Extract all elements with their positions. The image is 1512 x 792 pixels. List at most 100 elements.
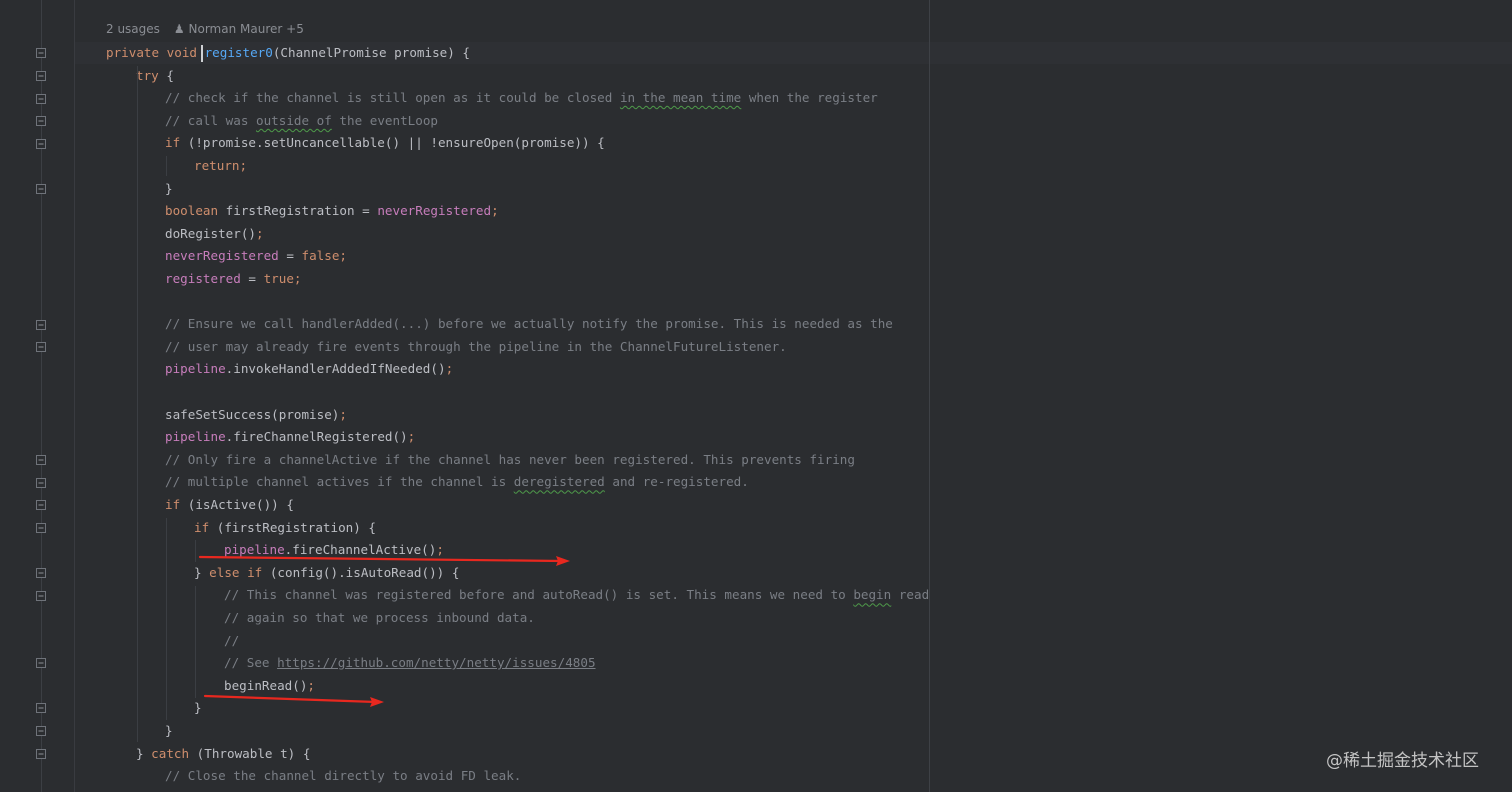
code-token: // again so that we process inbound data…: [224, 610, 535, 625]
code-token: =: [278, 248, 302, 264]
code-editor[interactable]: 2 usages ♟ Norman Maurer +5 private void …: [0, 0, 1512, 792]
code-line[interactable]: boolean firstRegistration = neverRegiste…: [165, 200, 499, 222]
code-token: firstRegistration =: [225, 203, 378, 219]
fold-marker-icon[interactable]: [36, 478, 46, 488]
code-token: neverRegistered: [165, 248, 279, 264]
code-token: (isActive()) {: [187, 497, 294, 512]
code-line[interactable]: // again so that we process inbound data…: [224, 607, 535, 629]
code-token: // This channel was registered before an…: [224, 587, 854, 603]
fold-marker-icon[interactable]: [36, 48, 46, 58]
fold-marker-icon[interactable]: [36, 71, 46, 81]
code-token: ;: [339, 248, 347, 264]
fold-marker-icon[interactable]: [36, 568, 46, 578]
code-line[interactable]: try {: [136, 65, 174, 87]
code-token: }: [165, 723, 173, 738]
code-token: {: [166, 67, 174, 83]
fold-marker-icon[interactable]: [36, 703, 46, 713]
author-hint[interactable]: Norman Maurer +5: [189, 22, 304, 36]
code-token: ;: [407, 429, 416, 445]
editor-gutter[interactable]: [0, 0, 72, 792]
code-token: try: [136, 67, 167, 83]
code-token: register0: [204, 45, 273, 60]
code-token: // call was: [165, 112, 256, 128]
code-token: =: [240, 271, 264, 286]
code-line[interactable]: // call was outside of the eventLoop: [165, 110, 438, 132]
code-line[interactable]: // This channel was registered before an…: [224, 584, 929, 606]
code-token: // user may already fire events through …: [165, 338, 787, 354]
code-line[interactable]: neverRegistered = false;: [165, 245, 347, 267]
fold-marker-icon[interactable]: [36, 749, 46, 759]
code-line[interactable]: // See https://github.com/netty/netty/is…: [224, 652, 596, 674]
code-line[interactable]: // check if the channel is still open as…: [165, 87, 878, 109]
indent-guide: [137, 66, 138, 742]
code-token: .fireChannelRegistered(): [225, 429, 408, 445]
fold-marker-icon[interactable]: [36, 320, 46, 330]
fold-marker-icon[interactable]: [36, 94, 46, 104]
fold-marker-icon[interactable]: [36, 500, 46, 510]
code-token: ;: [307, 677, 315, 693]
code-token: if: [194, 519, 217, 535]
code-line[interactable]: doRegister();: [165, 223, 264, 245]
code-line[interactable]: if (isActive()) {: [165, 494, 294, 516]
code-token: void: [166, 45, 205, 60]
code-line[interactable]: // Close the channel directly to avoid F…: [165, 765, 521, 787]
author-icon: ♟: [173, 22, 185, 36]
code-token: // Close the channel directly to avoid F…: [165, 768, 522, 784]
fold-marker-icon[interactable]: [36, 184, 46, 194]
code-line[interactable]: }: [165, 178, 173, 200]
code-token: false: [301, 248, 340, 264]
issue-link[interactable]: https://github.com/netty/netty/issues/48…: [277, 655, 595, 670]
code-line[interactable]: // Only fire a channelActive if the chan…: [165, 449, 855, 471]
code-token: (firstRegistration) {: [216, 519, 376, 535]
code-token: ;: [339, 406, 347, 422]
fold-marker-icon[interactable]: [36, 116, 46, 126]
text-caret: [201, 45, 203, 62]
right-margin-guide: [929, 0, 930, 792]
fold-marker-icon[interactable]: [36, 342, 46, 352]
code-line[interactable]: }: [165, 720, 173, 742]
code-line[interactable]: pipeline.invokeHandlerAddedIfNeeded();: [165, 358, 453, 380]
code-line[interactable]: // multiple channel actives if the chann…: [165, 471, 749, 493]
code-token: true: [263, 271, 294, 286]
code-token: ;: [256, 225, 264, 241]
indent-guide: [166, 156, 167, 176]
watermark: @稀土掘金技术社区: [1326, 751, 1479, 771]
code-line[interactable]: if (!promise.setUncancellable() || !ensu…: [165, 132, 605, 154]
code-line[interactable]: safeSetSuccess(promise);: [165, 404, 347, 426]
code-token: (!promise.setUncancellable() || !ensureO…: [187, 135, 605, 151]
code-token: (ChannelPromise promise) {: [272, 45, 470, 60]
code-token: boolean: [165, 203, 226, 219]
code-token: neverRegistered: [377, 203, 492, 219]
code-token: doRegister(): [165, 225, 256, 241]
code-line[interactable]: pipeline.fireChannelRegistered();: [165, 426, 415, 448]
indent-guide: [195, 540, 196, 562]
fold-marker-icon[interactable]: [36, 726, 46, 736]
code-line[interactable]: // user may already fire events through …: [165, 336, 787, 358]
fold-marker-icon[interactable]: [36, 591, 46, 601]
fold-marker-icon[interactable]: [36, 523, 46, 533]
code-token: ;: [445, 361, 454, 377]
fold-marker-icon[interactable]: [36, 658, 46, 668]
code-token: (Throwable t) {: [196, 745, 311, 761]
code-line[interactable]: //: [224, 630, 239, 652]
fold-marker-icon[interactable]: [36, 455, 46, 465]
code-line[interactable]: if (firstRegistration) {: [194, 517, 376, 539]
usages-hint[interactable]: 2 usages: [106, 22, 160, 36]
code-token: outside of: [256, 112, 332, 128]
code-token: deregistered: [513, 474, 605, 490]
gutter-separator: [74, 0, 75, 792]
code-line[interactable]: registered = true;: [165, 268, 302, 290]
code-token: ;: [293, 271, 302, 286]
code-line[interactable]: // Ensure we call handlerAdded(...) befo…: [165, 313, 893, 335]
code-line[interactable]: } catch (Throwable t) {: [136, 743, 310, 765]
code-token: beginRead(): [224, 677, 308, 693]
code-token: //: [224, 632, 240, 648]
inlay-hint[interactable]: 2 usages ♟ Norman Maurer +5: [106, 22, 304, 40]
code-token: }: [165, 180, 173, 196]
code-token: registered: [165, 271, 241, 286]
fold-marker-icon[interactable]: [36, 139, 46, 149]
code-token: // See: [224, 655, 278, 671]
code-line[interactable]: return;: [194, 155, 247, 177]
code-token: read: [891, 587, 930, 603]
code-line[interactable]: private void register0(ChannelPromise pr…: [106, 42, 470, 64]
